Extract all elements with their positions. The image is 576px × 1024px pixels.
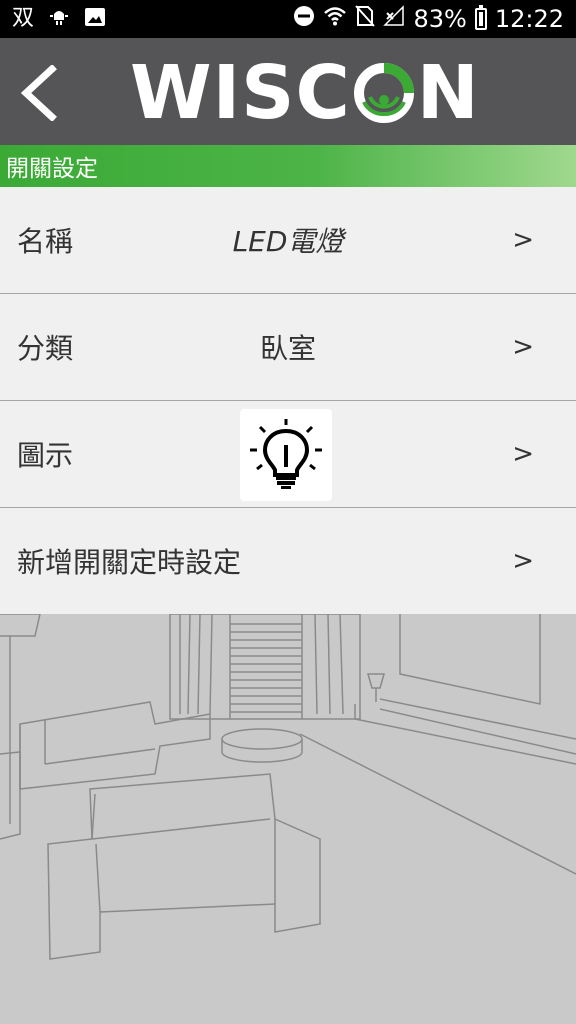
add-timer-row[interactable]: 新增開關定時設定 > bbox=[0, 508, 576, 615]
icon-label: 圖示 bbox=[17, 439, 74, 472]
wiscon-logo: WISC N bbox=[130, 53, 480, 133]
back-arrow-icon bbox=[20, 65, 57, 121]
moon-icon bbox=[120, 6, 142, 33]
icon-row[interactable]: 圖示 > bbox=[0, 401, 576, 508]
logo-o-icon bbox=[353, 63, 414, 123]
chevron-right-icon: > bbox=[512, 439, 534, 469]
category-value: 臥室 bbox=[259, 332, 316, 365]
category-row[interactable]: 分類 臥室 > bbox=[0, 294, 576, 401]
clock: 12:22 bbox=[494, 5, 564, 33]
chevron-right-icon: > bbox=[512, 546, 534, 576]
app-header: WISC N bbox=[0, 38, 576, 145]
name-value: LED電燈 bbox=[232, 225, 344, 258]
name-row[interactable]: 名稱 LED電燈 > bbox=[0, 187, 576, 294]
logo-text-right: N bbox=[416, 50, 480, 136]
battery-percent: 83% bbox=[413, 5, 467, 33]
status-bar: 双 83% 12:22 bbox=[0, 0, 576, 38]
back-button[interactable] bbox=[8, 58, 68, 128]
image-icon bbox=[84, 6, 106, 33]
logo-text-left: WISC bbox=[130, 50, 351, 136]
chevron-right-icon: > bbox=[512, 332, 534, 362]
wifi-icon bbox=[323, 5, 347, 33]
status-right-icons: 83% 12:22 bbox=[293, 5, 564, 33]
usb-debug-icon bbox=[48, 6, 70, 33]
no-sim-icon bbox=[355, 5, 376, 33]
room-background-illustration bbox=[0, 614, 576, 1024]
settings-list: 名稱 LED電燈 > 分類 臥室 > 圖示 > 新增開關定時設定 > bbox=[0, 187, 576, 615]
status-left-icons: 双 bbox=[12, 6, 142, 33]
section-title: 開關設定 bbox=[6, 156, 98, 182]
category-label: 分類 bbox=[17, 332, 74, 365]
battery-icon bbox=[474, 5, 487, 30]
name-label: 名稱 bbox=[17, 225, 74, 258]
carrier-icon: 双 bbox=[12, 6, 35, 31]
add-timer-label: 新增開關定時設定 bbox=[17, 546, 242, 579]
selected-icon-preview bbox=[240, 409, 332, 501]
chevron-right-icon: > bbox=[512, 225, 534, 255]
signal-icon bbox=[383, 5, 405, 33]
do-not-disturb-icon bbox=[293, 5, 315, 33]
lightbulb-icon bbox=[250, 419, 322, 489]
section-title-bar: 開關設定 bbox=[0, 145, 576, 187]
